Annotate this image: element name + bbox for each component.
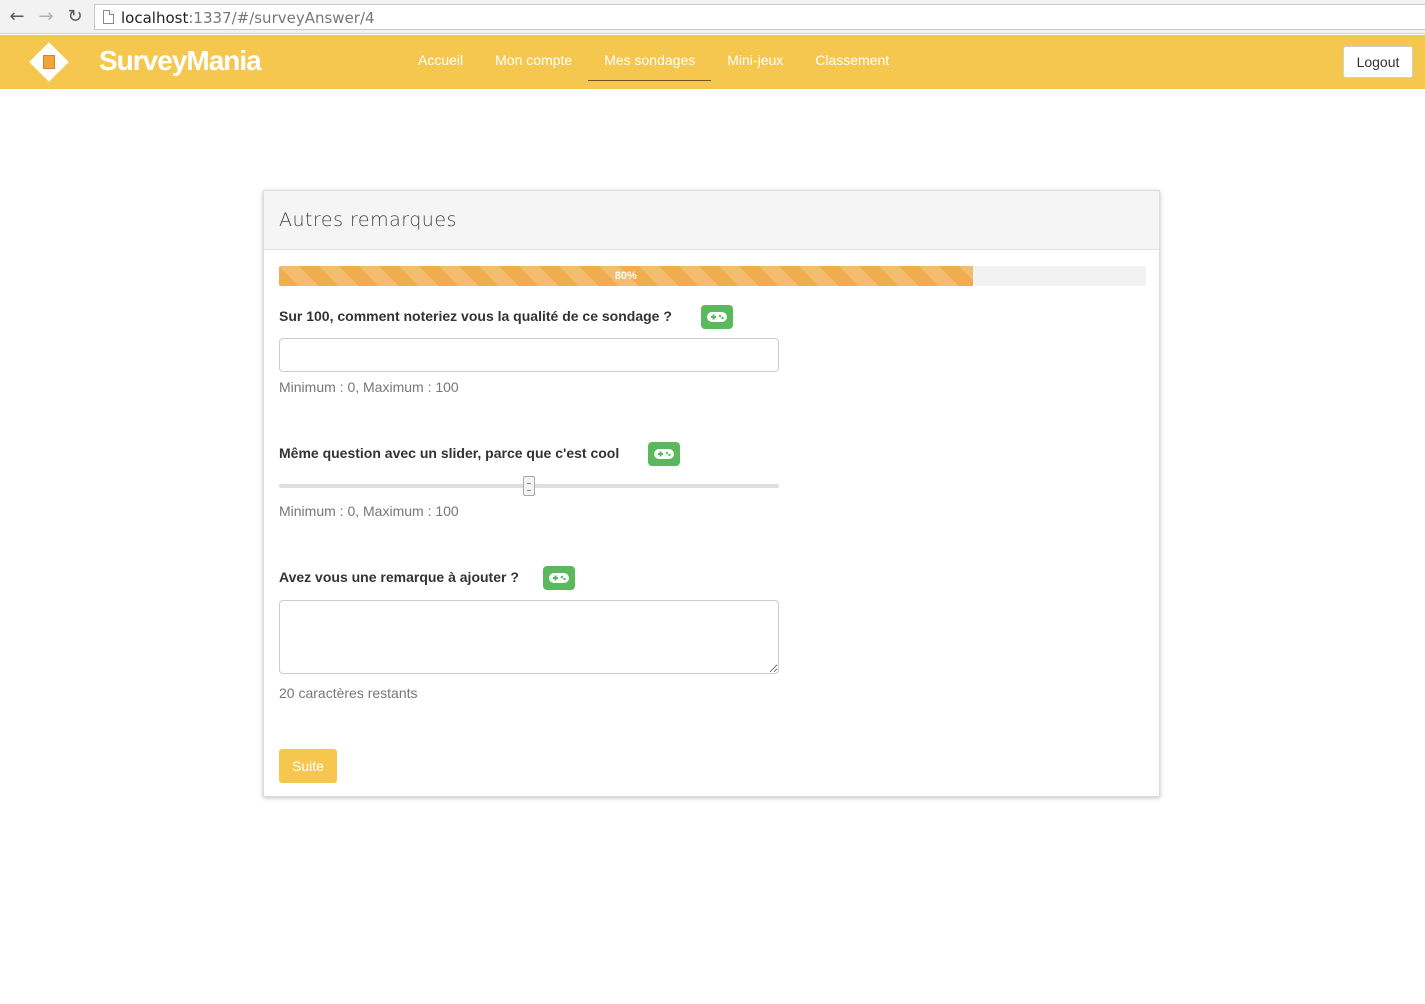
browser-toolbar: ← → ↻ localhost:1337/#/surveyAnswer/4 <box>0 0 1425 34</box>
question-3-hint: 20 caractères restants <box>279 685 418 701</box>
address-bar[interactable]: localhost:1337/#/surveyAnswer/4 <box>94 4 1425 30</box>
url-path: :1337/#/surveyAnswer/4 <box>188 9 375 27</box>
main-menu: Accueil Mon compte Mes sondages Mini-jeu… <box>402 35 905 89</box>
forward-icon[interactable]: → <box>35 6 57 28</box>
back-icon[interactable]: ← <box>6 6 28 28</box>
progress-bar: 80% <box>279 266 1146 286</box>
survey-panel: Autres remarques 80% Sur 100, comment no… <box>263 190 1160 797</box>
remark-textarea[interactable] <box>279 600 779 674</box>
quality-slider-handle[interactable] <box>523 476 535 496</box>
page-icon <box>103 10 114 24</box>
question-3-label: Avez vous une remarque à ajouter ? <box>279 569 519 585</box>
menu-item-mon-compte[interactable]: Mon compte <box>479 35 588 81</box>
panel-title: Autres remarques <box>264 191 1159 250</box>
quality-score-input[interactable] <box>279 338 779 372</box>
menu-item-classement[interactable]: Classement <box>799 35 905 81</box>
survey-logo-icon[interactable] <box>29 42 69 82</box>
app-navbar: SurveyMania Accueil Mon compte Mes sonda… <box>0 35 1425 89</box>
url-text[interactable]: localhost:1337/#/surveyAnswer/4 <box>121 9 375 27</box>
menu-item-mini-jeux[interactable]: Mini-jeux <box>711 35 799 81</box>
brand-name[interactable]: SurveyMania <box>99 45 262 77</box>
gamepad-icon[interactable] <box>543 566 575 590</box>
next-button[interactable]: Suite <box>279 749 337 783</box>
question-1-hint: Minimum : 0, Maximum : 100 <box>279 379 459 395</box>
menu-item-accueil[interactable]: Accueil <box>402 35 479 81</box>
question-1-label: Sur 100, comment noteriez vous la qualit… <box>279 308 672 324</box>
question-2-label: Même question avec un slider, parce que … <box>279 445 620 461</box>
url-host: localhost <box>121 9 189 27</box>
progress-fill: 80% <box>279 266 973 286</box>
reload-icon[interactable]: ↻ <box>64 6 86 28</box>
gamepad-icon[interactable] <box>648 442 680 466</box>
gamepad-icon[interactable] <box>701 305 733 329</box>
menu-item-mes-sondages[interactable]: Mes sondages <box>588 35 712 81</box>
logout-button[interactable]: Logout <box>1343 46 1413 78</box>
question-2-hint: Minimum : 0, Maximum : 100 <box>279 503 459 519</box>
